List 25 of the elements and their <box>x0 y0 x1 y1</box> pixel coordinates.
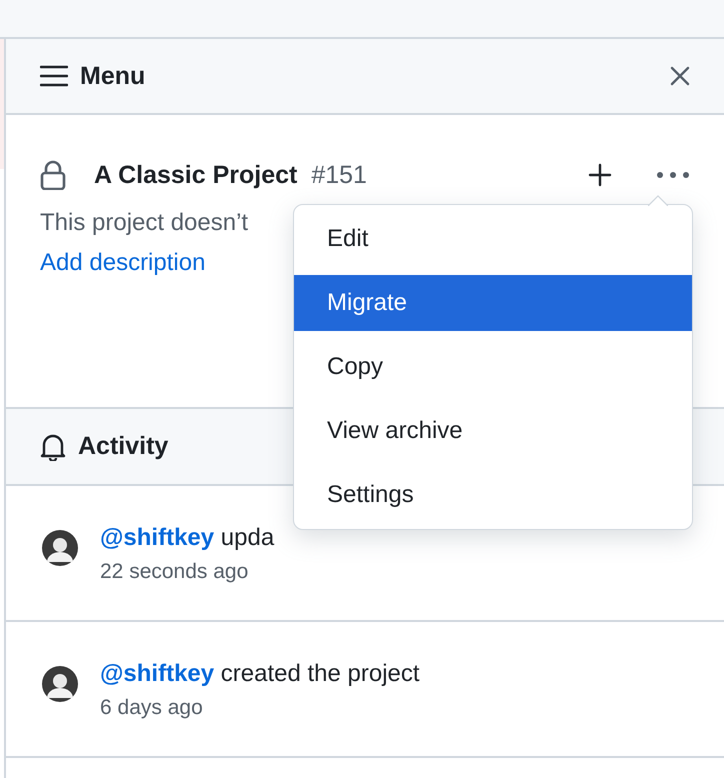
activity-title: Activity <box>78 432 168 461</box>
add-description-link[interactable]: Add description <box>40 249 206 277</box>
activity-action: upda <box>220 524 274 551</box>
more-icon <box>656 171 690 179</box>
menu-item[interactable]: Copy <box>294 339 692 395</box>
activity-action: created the project <box>220 660 420 687</box>
bell-icon <box>40 432 66 460</box>
activity-time: 22 seconds ago <box>100 560 250 584</box>
project-description: This project doesn’t <box>40 209 250 237</box>
close-icon <box>670 66 690 86</box>
menu-item[interactable]: Migrate <box>294 275 692 331</box>
user-link[interactable]: @shiftkey <box>100 660 214 687</box>
menu-item[interactable]: Settings <box>294 467 692 523</box>
lock-icon <box>40 160 66 190</box>
panel-title: Menu <box>80 62 146 90</box>
menu-item[interactable]: View archive <box>294 403 692 459</box>
activity-time: 6 days ago <box>100 696 204 720</box>
avatar <box>42 666 78 702</box>
avatar <box>42 530 78 566</box>
menu-item[interactable]: Edit <box>294 211 692 267</box>
user-link[interactable]: @shiftkey <box>100 524 214 551</box>
plus-icon <box>588 163 612 187</box>
project-title: A Classic Project <box>94 160 298 190</box>
project-number: #151 <box>311 160 367 190</box>
menu-icon <box>40 65 68 87</box>
